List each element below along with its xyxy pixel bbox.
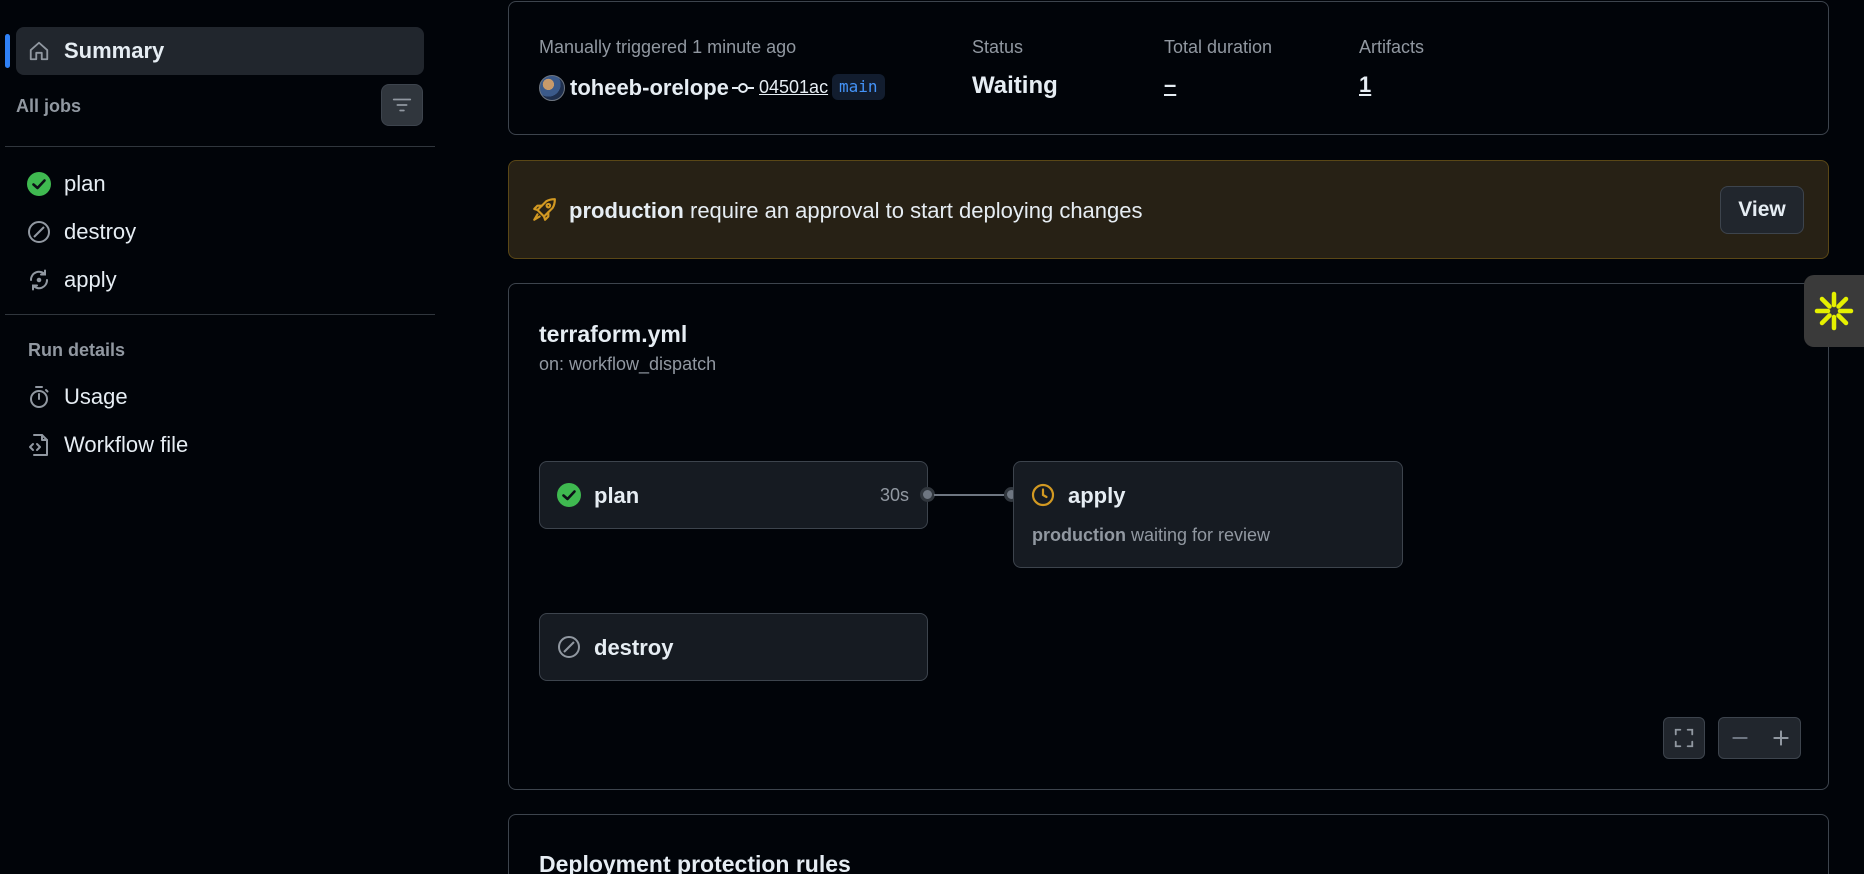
skipped-icon <box>27 220 51 244</box>
sidebar-item-workflow-file[interactable]: Workflow file <box>16 421 424 469</box>
plus-icon <box>1772 730 1789 746</box>
deployment-rules-card: Deployment protection rules <box>508 814 1829 874</box>
assistant-button[interactable] <box>1804 275 1864 347</box>
fullscreen-icon <box>1674 728 1694 748</box>
file-code-icon <box>27 433 51 457</box>
check-circle-icon <box>557 483 581 507</box>
connector-dot <box>920 487 935 502</box>
artifacts-label: Artifacts <box>1359 37 1425 57</box>
artifacts-count-link[interactable]: 1 <box>1359 72 1371 98</box>
total-duration-label: Total duration <box>1164 37 1273 57</box>
rocket-icon <box>533 198 556 221</box>
commit-icon <box>732 83 754 93</box>
clock-icon <box>1031 483 1055 507</box>
sync-icon <box>27 268 51 292</box>
sidebar-item-usage[interactable]: Usage <box>16 373 424 421</box>
workflow-run-page: Summary All jobs plan destroy apply Run … <box>0 0 1864 874</box>
job-status-text: production waiting for review <box>1032 525 1270 546</box>
zoom-out-button[interactable] <box>1719 718 1760 758</box>
job-name: destroy <box>594 635 674 660</box>
actor-link[interactable]: toheeb-orelope <box>570 75 729 101</box>
check-circle-icon <box>27 172 51 196</box>
approval-message: production require an approval to start … <box>569 198 1143 224</box>
minus-icon <box>1731 737 1748 739</box>
rules-title: Deployment protection rules <box>539 851 851 874</box>
status-value: Waiting <box>972 72 1058 99</box>
waiting-text: waiting for review <box>1125 525 1271 545</box>
zoom-in-button[interactable] <box>1760 718 1801 758</box>
all-jobs-label: All jobs <box>16 96 82 116</box>
status-label: Status <box>972 37 1024 57</box>
commit-link[interactable]: 04501ac <box>759 77 828 98</box>
workflow-title[interactable]: terraform.yml <box>539 321 687 348</box>
sidebar-item-label: destroy <box>64 219 137 244</box>
filter-jobs-button[interactable] <box>381 84 423 126</box>
workflow-graph-card: terraform.yml on: workflow_dispatch plan… <box>508 283 1829 790</box>
job-node-apply[interactable]: apply production waiting for review <box>1013 461 1403 568</box>
sidebar: Summary All jobs plan destroy apply Run … <box>0 0 440 874</box>
sidebar-item-summary[interactable]: Summary <box>16 27 424 75</box>
filter-icon <box>392 98 412 112</box>
stopwatch-icon <box>27 385 51 409</box>
job-name: apply <box>1068 483 1126 508</box>
environment-name: production <box>569 198 684 223</box>
total-duration-value[interactable]: – <box>1164 72 1176 98</box>
view-button[interactable]: View <box>1720 186 1804 234</box>
job-name: plan <box>594 483 640 508</box>
job-connector <box>934 494 1004 496</box>
sidebar-item-label: Usage <box>64 384 128 409</box>
fullscreen-button[interactable] <box>1663 717 1705 759</box>
job-duration: 30s <box>880 485 910 505</box>
environment-name: production <box>1032 525 1126 545</box>
skipped-icon <box>558 636 580 658</box>
sidebar-item-plan[interactable]: plan <box>16 160 424 208</box>
zoom-controls <box>1718 717 1801 759</box>
divider <box>5 146 435 147</box>
home-icon <box>27 39 51 63</box>
sidebar-item-apply[interactable]: apply <box>16 256 424 304</box>
workflow-trigger: on: workflow_dispatch <box>539 354 717 374</box>
job-node-destroy[interactable]: destroy <box>539 613 928 681</box>
sidebar-item-label: Workflow file <box>64 432 189 457</box>
run-details-label: Run details <box>28 340 126 360</box>
approval-banner: production require an approval to start … <box>508 160 1829 259</box>
divider <box>5 314 435 315</box>
branch-badge[interactable]: main <box>832 74 885 100</box>
sidebar-item-label: plan <box>64 171 106 196</box>
sidebar-item-label: Summary <box>64 38 165 63</box>
avatar[interactable] <box>539 75 565 101</box>
trigger-text: Manually triggered 1 minute ago <box>539 37 797 57</box>
active-indicator <box>5 34 10 68</box>
approval-message-text: require an approval to start deploying c… <box>683 198 1143 223</box>
run-summary-card: Manually triggered 1 minute ago toheeb-o… <box>508 1 1829 135</box>
sparkle-icon <box>1814 291 1854 331</box>
job-node-plan[interactable]: plan 30s <box>539 461 928 529</box>
sidebar-item-destroy[interactable]: destroy <box>16 208 424 256</box>
sidebar-item-label: apply <box>64 267 117 292</box>
